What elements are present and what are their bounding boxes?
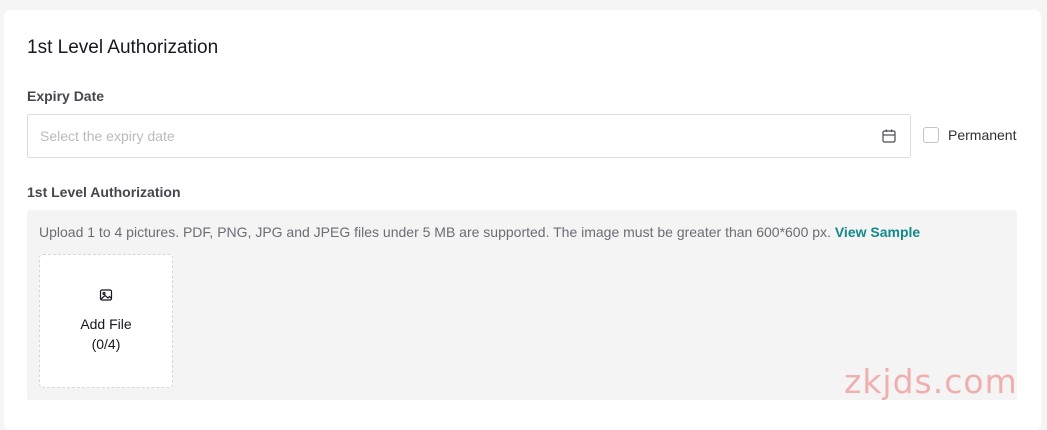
upload-hint-text: Upload 1 to 4 pictures. PDF, PNG, JPG an… bbox=[39, 224, 835, 240]
add-file-button[interactable]: Add File (0/4) bbox=[39, 254, 173, 388]
permanent-checkbox[interactable] bbox=[923, 127, 939, 143]
add-file-label: Add File bbox=[80, 316, 132, 332]
expiry-date-picker[interactable]: Select the expiry date bbox=[27, 114, 911, 158]
calendar-icon[interactable] bbox=[881, 128, 897, 144]
section-title: 1st Level Authorization bbox=[27, 37, 219, 58]
expiry-date-placeholder: Select the expiry date bbox=[40, 128, 175, 144]
upload-hint: Upload 1 to 4 pictures. PDF, PNG, JPG an… bbox=[39, 224, 920, 240]
watermark-text: zkjds.com bbox=[844, 362, 1018, 401]
expiry-date-label: Expiry Date bbox=[27, 88, 105, 104]
add-file-count: (0/4) bbox=[91, 336, 121, 352]
view-sample-link[interactable]: View Sample bbox=[835, 224, 920, 240]
image-icon bbox=[99, 289, 113, 301]
authorization-label: 1st Level Authorization bbox=[27, 184, 181, 200]
permanent-option[interactable]: Permanent bbox=[923, 127, 1016, 143]
permanent-label: Permanent bbox=[948, 127, 1017, 143]
